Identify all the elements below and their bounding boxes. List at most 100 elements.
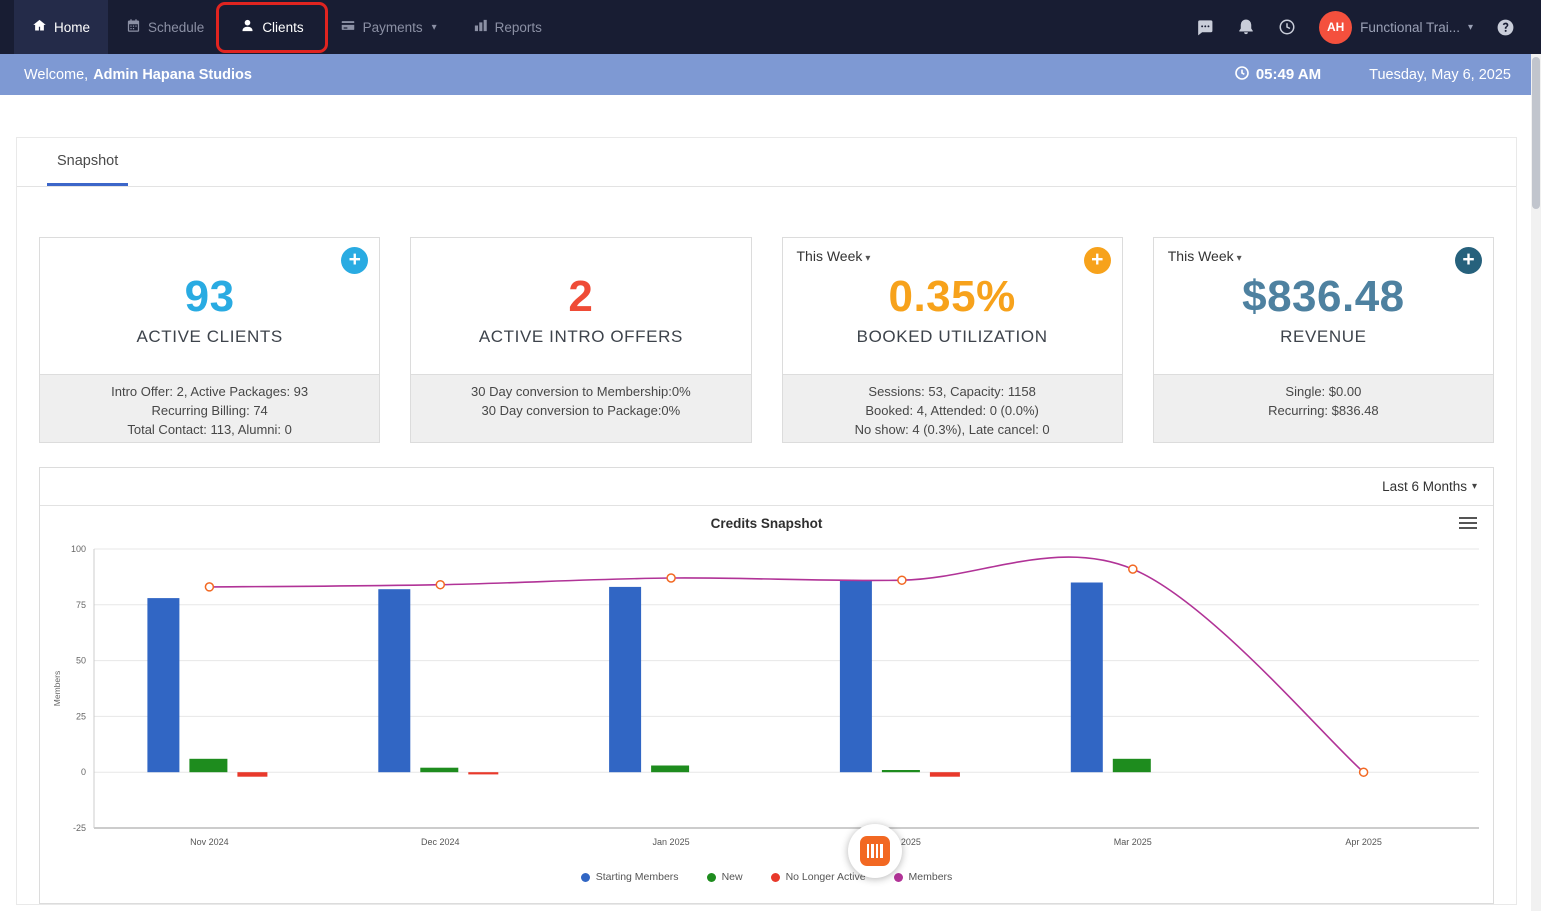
hapana-logo-icon [860,836,890,866]
stat-card-booked-utilization: This Week▾ + 0.35% BOOKED UTILIZATION Se… [782,237,1123,443]
welcome-username: Admin Hapana Studios [93,67,252,83]
avatar[interactable]: AH [1319,11,1352,44]
series-new [189,759,1150,772]
period-dropdown[interactable]: This Week▾ [797,248,871,264]
nav-item-reports[interactable]: Reports [455,0,560,54]
stat-card-footer: 30 Day conversion to Membership:0% 30 Da… [411,374,750,442]
stat-card-top: 2 ACTIVE INTRO OFFERS [411,238,750,374]
svg-text:Mar 2025: Mar 2025 [1114,837,1152,847]
legend-dot [581,873,590,882]
nav-item-label: Home [54,20,90,35]
svg-text:Apr 2025: Apr 2025 [1345,837,1382,847]
stat-detail-line: Intro Offer: 2, Active Packages: 93 [44,382,375,401]
legend-dot [707,873,716,882]
svg-text:75: 75 [76,600,86,610]
stat-card-active-clients: + 93 ACTIVE CLIENTS Intro Offer: 2, Acti… [39,237,380,443]
dashboard-card: Snapshot + 93 ACTIVE CLIENTS Intro Offer… [16,137,1517,905]
welcome-right: 05:49 AM Tuesday, May 6, 2025 [1234,65,1511,85]
nav-item-label: Reports [495,20,542,35]
messages-icon[interactable] [1195,18,1214,37]
svg-text:-25: -25 [73,823,86,833]
nav-item-payments[interactable]: Payments ▾ [322,0,455,54]
stat-detail-line: Single: $0.00 [1158,382,1489,401]
bar-chart-icon [473,18,488,36]
svg-text:Nov 2024: Nov 2024 [190,837,229,847]
stat-detail-line: Recurring: $836.48 [1158,401,1489,420]
legend-label: Members [909,871,953,883]
chart-range-header: Last 6 Months ▾ [40,468,1493,506]
scrollbar-thumb[interactable] [1532,57,1540,209]
legend-item[interactable]: No Longer Active [771,871,866,883]
stat-detail-line: Booked: 4, Attended: 0 (0.0%) [787,401,1118,420]
svg-text:50: 50 [76,656,86,666]
legend-dot [771,873,780,882]
chart-title: Credits Snapshot [48,516,1485,536]
stat-card-revenue: This Week▾ + $836.48 REVENUE Single: $0.… [1153,237,1494,443]
legend-label: Starting Members [596,871,679,883]
loading-spinner [848,824,902,878]
svg-text:Members: Members [52,671,62,706]
stat-card-top: 93 ACTIVE CLIENTS [40,238,379,374]
legend-item[interactable]: Members [894,871,953,883]
help-icon[interactable] [1496,18,1515,37]
stat-detail-line: 30 Day conversion to Membership:0% [415,382,746,401]
navbar-actions: AH Functional Trai... ▾ [1195,0,1541,54]
nav-item-label: Payments [363,20,423,35]
period-dropdown[interactable]: This Week▾ [1168,248,1242,264]
credits-snapshot-chart: 1007550250-25MembersNov 2024Dec 2024Jan … [48,536,1485,858]
app-screen: Home Schedule Clients Payments ▾ Reports [0,0,1541,911]
chevron-down-icon: ▾ [865,253,870,264]
svg-text:Jan 2025: Jan 2025 [653,837,690,847]
legend-label: No Longer Active [786,871,866,883]
stat-value: 0.35% [888,272,1015,322]
stat-card-footer: Intro Offer: 2, Active Packages: 93 Recu… [40,374,379,442]
chart-body: Credits Snapshot 100 75 50 25 0 -25 Members Nov… [40,506,1493,903]
notifications-bell-icon[interactable] [1237,18,1255,36]
chart-context-menu-icon[interactable] [1459,514,1477,532]
range-dropdown[interactable]: Last 6 Months [1382,479,1467,494]
stat-card-active-intro-offers: 2 ACTIVE INTRO OFFERS 30 Day conversion … [410,237,751,443]
stat-detail-line: No show: 4 (0.3%), Late cancel: 0 [787,420,1118,439]
nav-item-label: Schedule [148,20,204,35]
add-icon[interactable]: + [1084,247,1111,274]
calendar-icon [126,18,141,36]
svg-text:100: 100 [71,544,86,554]
welcome-text: Welcome, [24,67,88,83]
current-date: Tuesday, May 6, 2025 [1369,67,1511,83]
stat-cards-row: + 93 ACTIVE CLIENTS Intro Offer: 2, Acti… [17,187,1516,443]
person-icon [240,18,255,36]
legend-label: New [722,871,743,883]
stat-value: $836.48 [1242,272,1405,322]
tab-snapshot[interactable]: Snapshot [47,138,128,186]
stat-detail-line: Sessions: 53, Capacity: 1158 [787,382,1118,401]
stat-value: 2 [568,272,593,322]
svg-text:25: 25 [76,711,86,721]
stat-label: BOOKED UTILIZATION [857,327,1048,347]
nav-item-clients[interactable]: Clients [222,0,321,54]
home-icon [32,18,47,36]
stat-label: ACTIVE CLIENTS [136,327,282,347]
stat-label: ACTIVE INTRO OFFERS [479,327,683,347]
legend-item[interactable]: Starting Members [581,871,679,883]
legend-dot [894,873,903,882]
nav-item-home[interactable]: Home [14,0,108,54]
stat-value: 93 [185,272,235,322]
chart-legend: Starting Members New No Longer Active Membe… [48,867,1485,887]
series-starting-members [147,580,1102,772]
nav-item-label: Clients [262,20,303,35]
series-no-longer-active [237,772,960,777]
current-time: 05:49 AM [1234,65,1321,85]
account-menu[interactable]: AH Functional Trai... ▾ [1319,11,1473,44]
tabs-row: Snapshot [17,138,1516,187]
add-icon[interactable]: + [1455,247,1482,274]
svg-text:0: 0 [81,767,86,777]
stat-label: REVENUE [1280,327,1366,347]
clock-icon [1234,65,1250,85]
history-clock-icon[interactable] [1278,18,1296,36]
nav-item-schedule[interactable]: Schedule [108,0,222,54]
legend-item[interactable]: New [707,871,743,883]
page-scrollbar[interactable] [1531,54,1541,911]
payments-icon [340,18,356,36]
credits-snapshot-panel: Last 6 Months ▾ Credits Snapshot 100 75 50… [39,467,1494,904]
top-navbar: Home Schedule Clients Payments ▾ Reports [0,0,1541,54]
